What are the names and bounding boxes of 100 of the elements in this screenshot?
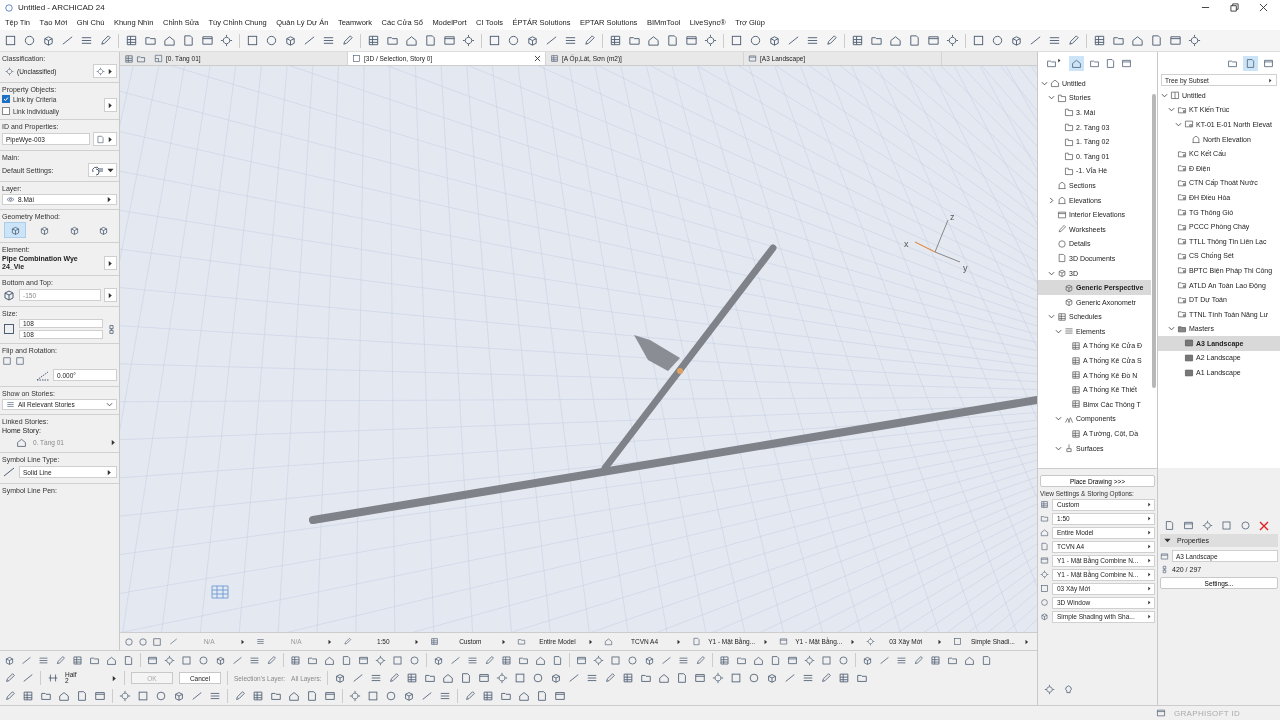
chevron-icon[interactable] bbox=[1048, 313, 1055, 321]
wall-icon[interactable] bbox=[209, 690, 221, 702]
folder-icon[interactable] bbox=[1089, 57, 1100, 69]
chevron-icon[interactable] bbox=[1048, 94, 1055, 102]
pencil-icon[interactable] bbox=[234, 690, 246, 702]
chain-icon[interactable] bbox=[106, 323, 117, 335]
square-icon[interactable] bbox=[1221, 520, 1232, 531]
cube-icon[interactable] bbox=[403, 690, 415, 702]
elevation-button[interactable] bbox=[104, 288, 117, 303]
window-icon[interactable] bbox=[1156, 708, 1166, 718]
line-icon[interactable] bbox=[21, 654, 32, 666]
line-icon[interactable] bbox=[450, 654, 461, 666]
wall-icon[interactable] bbox=[439, 690, 451, 702]
circle-icon[interactable] bbox=[124, 636, 134, 647]
sheet-icon[interactable] bbox=[666, 34, 679, 47]
pencil-icon[interactable] bbox=[99, 34, 112, 47]
sheet-icon[interactable] bbox=[460, 672, 473, 684]
circle-icon[interactable] bbox=[23, 34, 36, 47]
square-icon[interactable] bbox=[514, 672, 527, 684]
pencil-icon[interactable] bbox=[341, 34, 354, 47]
cube-icon[interactable] bbox=[550, 672, 563, 684]
house-icon[interactable] bbox=[442, 672, 455, 684]
line-icon[interactable] bbox=[352, 672, 365, 684]
house-icon[interactable] bbox=[753, 654, 764, 666]
house-icon[interactable] bbox=[1131, 34, 1144, 47]
table-icon[interactable] bbox=[252, 690, 264, 702]
house-icon[interactable] bbox=[58, 690, 70, 702]
window-icon[interactable] bbox=[576, 654, 587, 666]
line-icon[interactable] bbox=[879, 654, 890, 666]
wall-icon[interactable] bbox=[38, 654, 49, 666]
table-icon[interactable] bbox=[838, 672, 851, 684]
cube-icon[interactable] bbox=[42, 34, 55, 47]
cube-icon[interactable] bbox=[284, 34, 297, 47]
house-icon[interactable] bbox=[405, 34, 418, 47]
pencil-icon[interactable] bbox=[583, 34, 596, 47]
window-icon[interactable] bbox=[201, 34, 214, 47]
sheet-icon[interactable] bbox=[676, 672, 689, 684]
close-icon[interactable] bbox=[1259, 3, 1268, 12]
house-icon[interactable] bbox=[1071, 57, 1082, 69]
house-icon[interactable] bbox=[288, 690, 300, 702]
line-icon[interactable] bbox=[1029, 34, 1042, 47]
folder-icon[interactable] bbox=[144, 34, 157, 47]
window-icon[interactable] bbox=[1263, 57, 1274, 69]
pencil-icon[interactable] bbox=[604, 672, 617, 684]
3d-viewport[interactable]: z x y bbox=[120, 66, 1037, 632]
folder-icon[interactable] bbox=[89, 654, 100, 666]
square-icon[interactable] bbox=[2, 356, 12, 367]
sheet-icon[interactable] bbox=[981, 654, 992, 666]
table-icon[interactable] bbox=[622, 672, 635, 684]
sheet-icon[interactable] bbox=[1150, 34, 1163, 47]
sheet-icon[interactable] bbox=[76, 690, 88, 702]
cube-icon[interactable] bbox=[173, 690, 185, 702]
chevron-icon[interactable] bbox=[1048, 196, 1055, 204]
folder-icon[interactable] bbox=[307, 654, 318, 666]
folder-icon[interactable] bbox=[856, 672, 869, 684]
sheet-icon[interactable] bbox=[552, 654, 563, 666]
sheet-icon[interactable] bbox=[536, 690, 548, 702]
window-icon[interactable] bbox=[1169, 34, 1182, 47]
pencil-icon[interactable] bbox=[825, 34, 838, 47]
table-icon[interactable] bbox=[609, 34, 622, 47]
square-icon[interactable] bbox=[821, 654, 832, 666]
square-icon[interactable] bbox=[730, 672, 743, 684]
folder-icon[interactable] bbox=[518, 654, 529, 666]
cube-icon[interactable] bbox=[334, 672, 347, 684]
circle-icon[interactable] bbox=[1240, 520, 1251, 531]
folder-icon[interactable] bbox=[40, 690, 52, 702]
folder-icon[interactable] bbox=[1112, 34, 1125, 47]
table-icon[interactable] bbox=[290, 654, 301, 666]
sheet-icon[interactable] bbox=[424, 34, 437, 47]
house-icon[interactable] bbox=[535, 654, 546, 666]
circle-icon[interactable] bbox=[155, 690, 167, 702]
folder-icon[interactable] bbox=[947, 654, 958, 666]
square-icon[interactable] bbox=[181, 654, 192, 666]
house-icon[interactable] bbox=[106, 654, 117, 666]
house-icon[interactable] bbox=[518, 690, 530, 702]
folder-icon[interactable] bbox=[628, 34, 641, 47]
sheet-icon[interactable] bbox=[123, 654, 134, 666]
house-icon[interactable] bbox=[889, 34, 902, 47]
chevron-icon[interactable] bbox=[1168, 106, 1175, 114]
line-icon[interactable] bbox=[22, 672, 34, 684]
line-icon[interactable] bbox=[787, 34, 800, 47]
options-button[interactable] bbox=[104, 98, 117, 112]
table-icon[interactable] bbox=[125, 34, 138, 47]
wall-icon[interactable] bbox=[896, 654, 907, 666]
square-icon[interactable] bbox=[152, 636, 162, 647]
square-icon[interactable] bbox=[392, 654, 403, 666]
chevron-icon[interactable] bbox=[1041, 79, 1048, 87]
pencil-icon[interactable] bbox=[1067, 34, 1080, 47]
line-icon[interactable] bbox=[545, 34, 558, 47]
line-icon[interactable] bbox=[232, 654, 243, 666]
window-icon[interactable] bbox=[554, 690, 566, 702]
square-icon[interactable] bbox=[15, 356, 25, 367]
pencil-icon[interactable] bbox=[464, 690, 476, 702]
window-icon[interactable] bbox=[787, 654, 798, 666]
window-icon[interactable] bbox=[694, 672, 707, 684]
classification-button[interactable] bbox=[93, 64, 117, 78]
chevron-icon[interactable] bbox=[1175, 121, 1182, 128]
pencil-icon[interactable] bbox=[4, 690, 16, 702]
circle-icon[interactable] bbox=[198, 654, 209, 666]
window-icon[interactable] bbox=[443, 34, 456, 47]
